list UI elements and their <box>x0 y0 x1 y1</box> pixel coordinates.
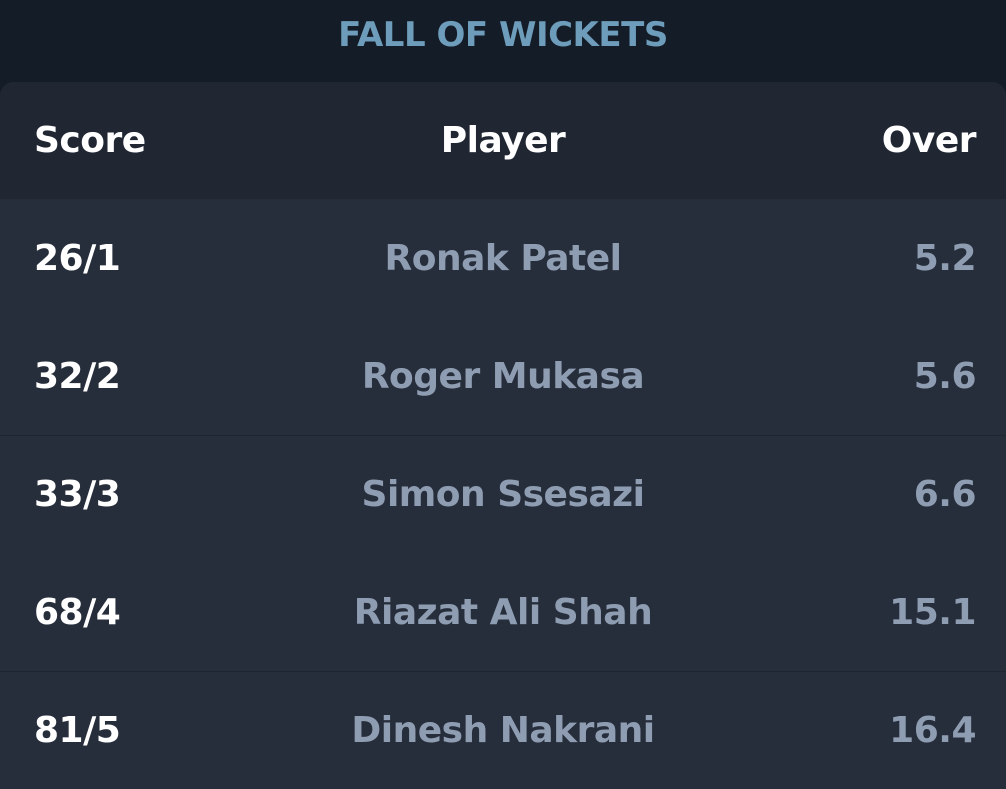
table-header-row: Score Player Over <box>0 82 1006 199</box>
over-cell: 5.2 <box>913 237 977 279</box>
score-column-header: Score <box>34 120 146 161</box>
player-column-header: Player <box>440 120 566 161</box>
table-row: 68/4 Riazat Ali Shah 15.1 <box>0 553 1006 671</box>
player-cell: Roger Mukasa <box>361 355 645 397</box>
score-cell: 33/3 <box>34 474 121 515</box>
table-row: 32/2 Roger Mukasa 5.6 <box>0 317 1006 435</box>
over-column-header: Over <box>881 120 977 161</box>
over-cell: 16.4 <box>889 710 976 751</box>
fall-of-wickets-page: FALL OF WICKETS Score Player Over 26/1 R… <box>0 0 1006 789</box>
table-row: 81/5 Dinesh Nakrani 16.4 <box>0 671 1006 789</box>
table-row: 33/3 Simon Ssesazi 6.6 <box>0 435 1006 553</box>
over-cell: 15.1 <box>889 591 976 633</box>
score-cell: 68/4 <box>34 591 121 633</box>
player-cell: Simon Ssesazi <box>361 474 645 515</box>
table-row: 26/1 Ronak Patel 5.2 <box>0 199 1006 317</box>
over-cell: 5.6 <box>913 355 977 397</box>
player-cell: Ronak Patel <box>384 237 622 279</box>
over-cell: 6.6 <box>913 474 977 515</box>
score-cell: 26/1 <box>34 237 121 279</box>
section-title: FALL OF WICKETS <box>338 15 668 55</box>
score-cell: 81/5 <box>34 710 121 751</box>
score-cell: 32/2 <box>34 355 121 397</box>
player-cell: Riazat Ali Shah <box>353 591 653 633</box>
fall-of-wickets-table: Score Player Over 26/1 Ronak Patel 5.2 3… <box>0 82 1006 789</box>
player-cell: Dinesh Nakrani <box>351 710 655 751</box>
